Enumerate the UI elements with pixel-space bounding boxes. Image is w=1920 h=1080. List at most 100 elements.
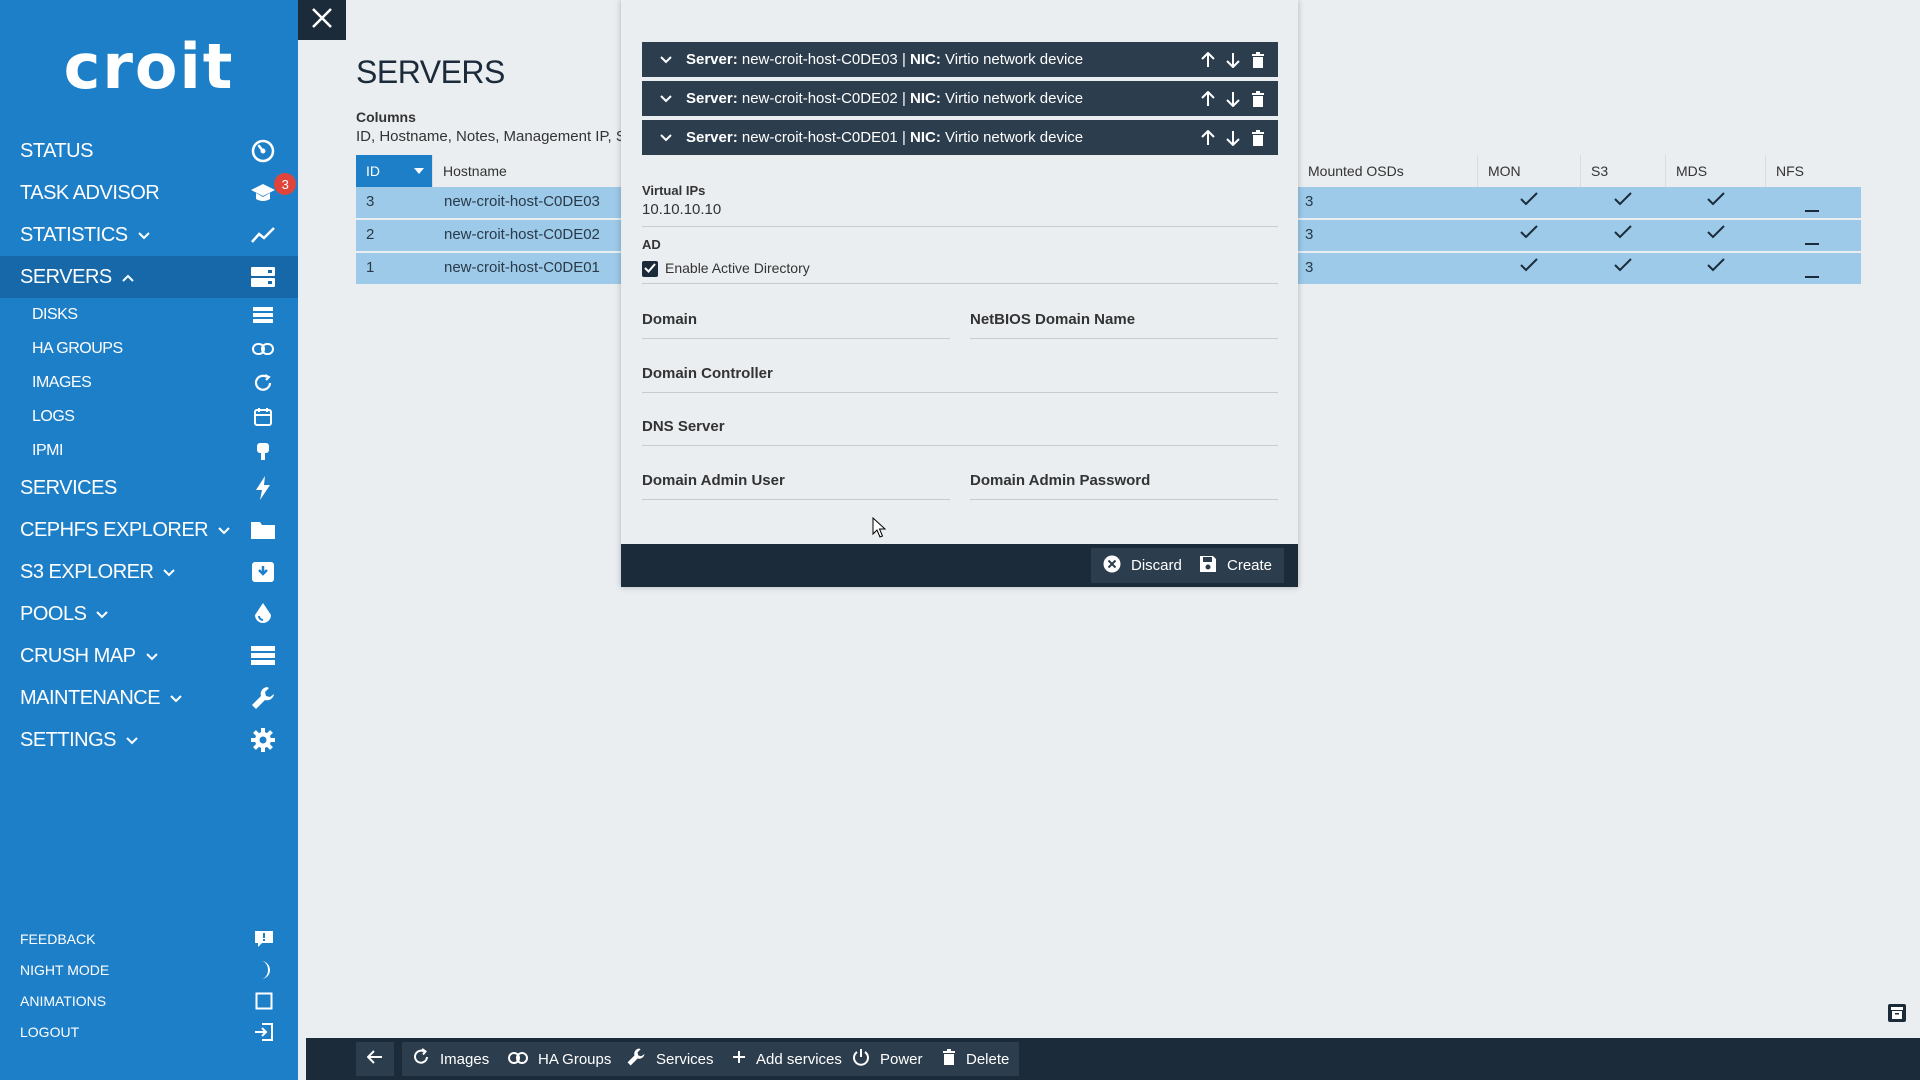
separator: | [901,129,906,146]
server-label: Server: [686,90,738,107]
check-icon [1707,258,1725,276]
trash-icon[interactable] [1250,129,1266,146]
comment-icon [254,929,274,949]
sub-ha-groups[interactable]: HA GROUPS [0,332,298,366]
column-header-mon[interactable]: MON [1478,155,1581,187]
check-icon [1614,225,1632,243]
discard-label: Discard [1131,557,1182,574]
columns-selector[interactable]: ID, Hostname, Notes, Management IP, S [356,128,626,145]
nic-accordion-item[interactable]: Server: new-croit-host-C0DE01 | NIC: Vir… [642,120,1278,155]
sidebar: croit STATUS TASK ADVISOR 3 STATISTICS S… [0,0,298,1080]
column-header-id[interactable]: ID [356,155,433,187]
power-button[interactable]: Power [842,1042,933,1076]
refresh-icon [252,372,274,394]
archive-icon [250,559,276,585]
nav-logout[interactable]: LOGOUT [0,1017,298,1047]
column-header-mds[interactable]: MDS [1666,155,1766,187]
server-name: new-croit-host-C0DE01 [741,129,898,146]
task-count-badge: 3 [274,173,296,195]
arrow-up-icon[interactable] [1200,90,1216,107]
check-icon [1614,258,1632,276]
virtual-ips-input[interactable]: 10.10.10.10 [642,201,721,218]
sub-label: LOGS [32,408,75,425]
column-header-hostname[interactable]: Hostname [433,155,623,187]
speedometer-icon [250,138,276,164]
chevron-down-icon[interactable] [660,51,672,68]
chevron-down-icon[interactable] [660,90,672,107]
nav-services[interactable]: SERVICES [0,467,298,509]
add-services-label: Add services [756,1050,842,1068]
column-header-s3[interactable]: S3 [1581,155,1666,187]
create-button[interactable]: Create [1187,548,1285,583]
nav-label: NIGHT MODE [20,962,110,978]
graduation-cap-icon [250,180,276,206]
trash-icon[interactable] [1250,90,1266,107]
archive-icon[interactable] [1888,1004,1906,1022]
nav-task-advisor[interactable]: TASK ADVISOR 3 [0,172,298,214]
delete-button[interactable]: Delete [932,1042,1020,1076]
nav-feedback[interactable]: FEEDBACK [0,924,298,954]
virtual-ips-label: Virtual IPs [642,183,706,198]
services-button[interactable]: Services [616,1042,724,1076]
domain-admin-password-field[interactable]: Domain Admin Password [970,472,1278,500]
nav-animations[interactable]: ANIMATIONS [0,986,298,1016]
netbios-domain-name-field[interactable]: NetBIOS Domain Name [970,311,1278,339]
close-button[interactable] [298,0,346,40]
nav-statistics[interactable]: STATISTICS [0,214,298,256]
sub-ipmi[interactable]: IPMI [0,434,298,468]
nav-cephfs-explorer[interactable]: CEPHFS EXPLORER [0,509,298,551]
arrow-down-icon[interactable] [1225,130,1241,146]
arrow-left-icon [366,1050,383,1068]
server-name: new-croit-host-C0DE03 [741,51,898,68]
sub-images[interactable]: IMAGES [0,366,298,400]
square-icon [254,991,274,1011]
nic-accordion-item[interactable]: Server: new-croit-host-C0DE03 | NIC: Vir… [642,42,1278,77]
chevron-down-icon [145,648,158,664]
arrow-down-icon[interactable] [1225,52,1241,68]
nav-maintenance[interactable]: MAINTENANCE [0,677,298,719]
column-header-mounted-osds[interactable]: Mounted OSDs [1298,155,1478,187]
link-icon [508,1051,528,1068]
nav-night-mode[interactable]: NIGHT MODE [0,955,298,985]
nav-settings[interactable]: SETTINGS [0,719,298,761]
dialog-footer: Discard Create [621,544,1298,587]
add-services-button[interactable]: Add services [722,1042,852,1076]
nav-crush-map[interactable]: CRUSH MAP [0,635,298,677]
chevron-down-icon[interactable] [660,129,672,146]
column-header-nfs[interactable]: NFS [1766,155,1861,187]
nic-accordion-item[interactable]: Server: new-croit-host-C0DE02 | NIC: Vir… [642,81,1278,116]
images-button[interactable]: Images [402,1042,500,1076]
check-icon [1520,192,1538,210]
chevron-down-icon [170,690,182,706]
ha-groups-button[interactable]: HA Groups [498,1042,622,1076]
check-icon [1707,192,1725,210]
nav-s3-explorer[interactable]: S3 EXPLORER [0,551,298,593]
dns-server-field[interactable]: DNS Server [642,418,1278,446]
arrow-up-icon[interactable] [1200,51,1216,68]
nav-servers[interactable]: SERVERS [0,256,298,298]
chevron-down-icon [163,564,176,580]
lightning-icon [250,475,276,501]
nav-status[interactable]: STATUS [0,130,298,172]
plus-icon [732,1050,746,1068]
domain-field[interactable]: Domain [642,311,950,339]
back-button[interactable] [356,1042,394,1076]
sub-disks[interactable]: DISKS [0,298,298,332]
create-label: Create [1227,557,1273,574]
folder-icon [250,517,276,543]
ad-label: AD [642,237,661,252]
nav-label: LOGOUT [20,1024,80,1040]
arrow-down-icon[interactable] [1225,91,1241,107]
dash-icon [1805,233,1819,250]
sub-logs[interactable]: LOGS [0,400,298,434]
sub-label: IMAGES [32,374,92,391]
domain-controller-field[interactable]: Domain Controller [642,365,1278,393]
nav-pools[interactable]: POOLS [0,593,298,635]
discard-button[interactable]: Discard [1091,548,1194,583]
domain-admin-user-field[interactable]: Domain Admin User [642,472,950,500]
enable-ad-checkbox[interactable] [642,261,658,277]
dash-icon [1805,266,1819,283]
trash-icon[interactable] [1250,51,1266,68]
arrow-up-icon[interactable] [1200,129,1216,146]
calendar-icon [252,406,274,428]
